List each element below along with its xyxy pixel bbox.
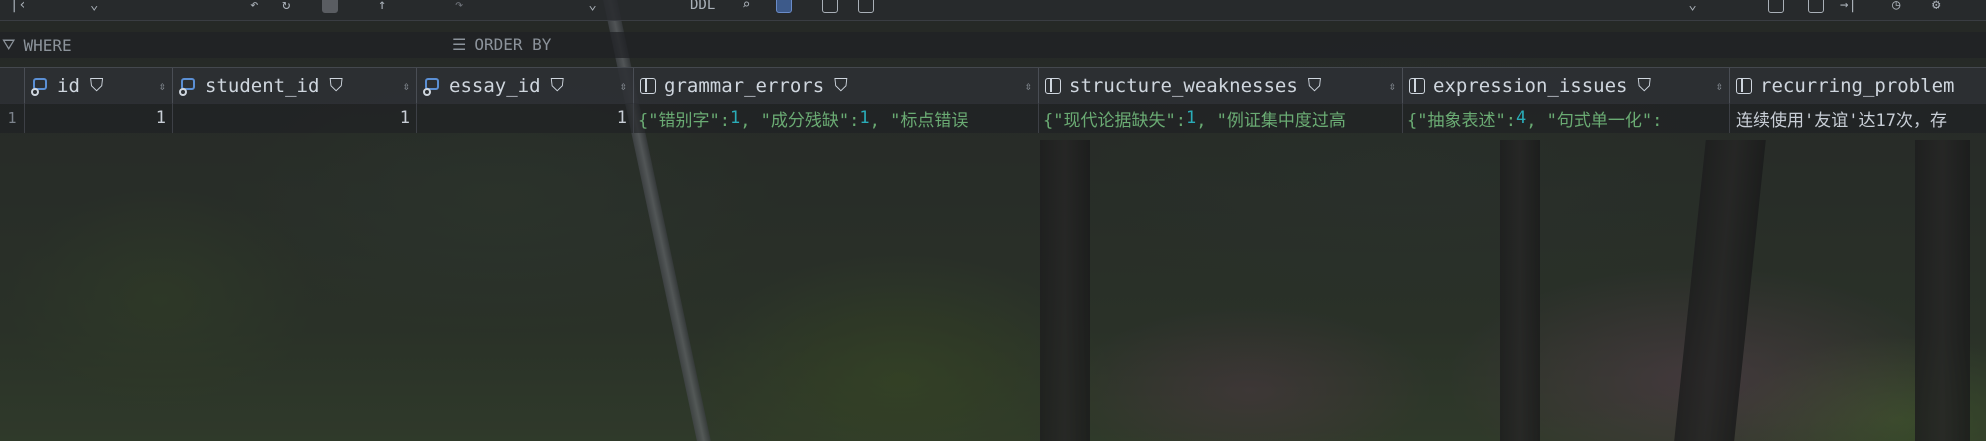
column-header-expression-issues[interactable]: expression_issues ⛉ ⇳ xyxy=(1403,68,1730,103)
column-filter-icon[interactable]: ⛉ xyxy=(90,75,104,96)
column-label: essay_id xyxy=(449,74,541,97)
json-number: 1 xyxy=(729,108,741,128)
column-label: student_id xyxy=(205,74,320,97)
column-label: expression_issues xyxy=(1433,74,1628,97)
sort-arrows-icon[interactable]: ⇳ xyxy=(1389,79,1396,93)
column-label: id xyxy=(57,74,80,97)
download-icon[interactable] xyxy=(1768,0,1784,16)
column-icon xyxy=(1045,77,1061,94)
column-label: grammar_errors xyxy=(664,74,825,97)
table-header: id ⛉ ⇳ student_id ⛉ ⇳ essay_id ⛉ ⇳ gramm… xyxy=(0,67,1986,104)
column-icon xyxy=(1736,77,1752,94)
primary-key-icon xyxy=(31,75,53,97)
column-filter-icon[interactable]: ⛉ xyxy=(329,75,343,96)
json-fragment: , "标点错误 xyxy=(869,110,969,131)
column-header-structure-weaknesses[interactable]: structure_weaknesses ⛉ ⇳ xyxy=(1039,68,1403,103)
open-in-icon[interactable]: →| xyxy=(1840,0,1857,16)
upload-icon[interactable] xyxy=(1808,0,1824,16)
refresh-icon[interactable]: ↻ xyxy=(282,0,290,16)
cell-id[interactable]: 1 xyxy=(25,103,173,133)
json-fragment: {"抽象表述": xyxy=(1407,110,1516,131)
order-by-label: ORDER BY xyxy=(474,35,552,54)
column-icon xyxy=(1409,77,1425,94)
cell-essay-id[interactable]: 1 xyxy=(417,103,634,133)
column-header-grammar-errors[interactable]: grammar_errors ⛉ ⇳ xyxy=(634,68,1039,103)
json-fragment: {"现代论据缺失": xyxy=(1043,110,1186,131)
foreign-key-icon xyxy=(423,75,445,97)
chart-icon[interactable] xyxy=(822,0,838,16)
column-filter-icon[interactable]: ⛉ xyxy=(551,75,565,96)
view-mode-dropdown[interactable]: ⌄ xyxy=(580,0,596,16)
json-fragment: , "句式单一化": xyxy=(1526,110,1663,131)
sort-arrows-icon[interactable]: ⇳ xyxy=(620,79,627,93)
json-number: 1 xyxy=(859,108,870,128)
export-format-dropdown[interactable]: ⌄ xyxy=(1680,0,1696,16)
undo-icon[interactable]: ↶ xyxy=(250,0,258,16)
sort-arrows-icon[interactable]: ⇳ xyxy=(1025,79,1032,93)
sort-arrows-icon[interactable]: ⇳ xyxy=(403,79,410,93)
sort-arrows-icon[interactable]: ⇳ xyxy=(1716,79,1723,93)
stop-icon[interactable] xyxy=(322,0,338,16)
row-number[interactable]: 1 xyxy=(0,103,25,133)
navigate-first-icon[interactable]: |‹ xyxy=(10,0,27,16)
rows-dropdown[interactable]: ⌄ xyxy=(90,0,98,16)
json-number: 4 xyxy=(1515,108,1527,128)
sort-arrows-icon[interactable]: ⇳ xyxy=(159,79,166,93)
column-filter-icon[interactable]: ⛉ xyxy=(834,75,848,96)
row-header-corner xyxy=(0,68,25,103)
json-fragment: {"错别字": xyxy=(638,110,730,131)
ddl-button[interactable]: DDL xyxy=(690,0,715,16)
cell-recurring-problem[interactable]: 连续使用'友谊'达17次，存 xyxy=(1730,103,1986,133)
cell-student-id[interactable]: 1 xyxy=(173,103,417,133)
json-number: 1 xyxy=(1185,108,1197,128)
column-header-student-id[interactable]: student_id ⛉ ⇳ xyxy=(173,68,417,103)
where-label: WHERE xyxy=(23,35,72,55)
foreign-key-icon xyxy=(179,75,201,97)
cell-expression-issues[interactable]: {"抽象表述": 4, "句式单一化": xyxy=(1403,103,1730,133)
table-view-icon[interactable] xyxy=(858,0,874,16)
column-header-recurring-problem[interactable]: recurring_problem xyxy=(1730,68,1986,103)
ddl-label: DDL xyxy=(690,0,716,13)
json-fragment: , "成分残缺": xyxy=(740,110,860,131)
pin-icon[interactable] xyxy=(776,0,792,16)
column-label: recurring_problem xyxy=(1760,74,1955,97)
cell-grammar-errors[interactable]: {"错别字": 1, "成分残缺": 1, "标点错误 xyxy=(634,103,1039,133)
submit-icon[interactable]: ↑ xyxy=(378,0,386,16)
column-header-id[interactable]: id ⛉ ⇳ xyxy=(25,68,173,103)
order-by-filter[interactable]: ☰ ORDER BY xyxy=(452,35,551,54)
sort-lines-icon: ☰ xyxy=(452,35,467,54)
column-header-essay-id[interactable]: essay_id ⛉ ⇳ xyxy=(417,68,634,103)
redo-icon[interactable]: ↷ xyxy=(455,0,463,16)
where-filter[interactable]: ⛛ WHERE xyxy=(2,35,72,55)
history-icon[interactable]: ◷ xyxy=(1892,0,1900,16)
search-icon[interactable]: ⌕ xyxy=(742,0,750,16)
results-toolbar: |‹ ⌄ ↶ ↻ ↑ ↷ ⌄ DDL ⌕ ⌄ →| ◷ ⚙ xyxy=(0,0,1986,21)
column-icon xyxy=(640,77,656,94)
cell-structure-weaknesses[interactable]: {"现代论据缺失": 1, "例证集中度过高 xyxy=(1039,103,1403,133)
column-filter-icon[interactable]: ⛉ xyxy=(1637,75,1651,96)
table-row[interactable]: 1 1 1 1 {"错别字": 1, "成分残缺": 1, "标点错误 {"现代… xyxy=(0,103,1986,133)
filter-icon: ⛛ xyxy=(2,35,16,54)
filter-bar: ⛛ WHERE ☰ ORDER BY xyxy=(0,32,1986,58)
json-fragment: , "例证集中度过高 xyxy=(1196,110,1346,131)
column-filter-icon[interactable]: ⛉ xyxy=(1308,75,1322,96)
column-label: structure_weaknesses xyxy=(1069,74,1298,97)
settings-gear-icon[interactable]: ⚙ xyxy=(1932,0,1940,16)
